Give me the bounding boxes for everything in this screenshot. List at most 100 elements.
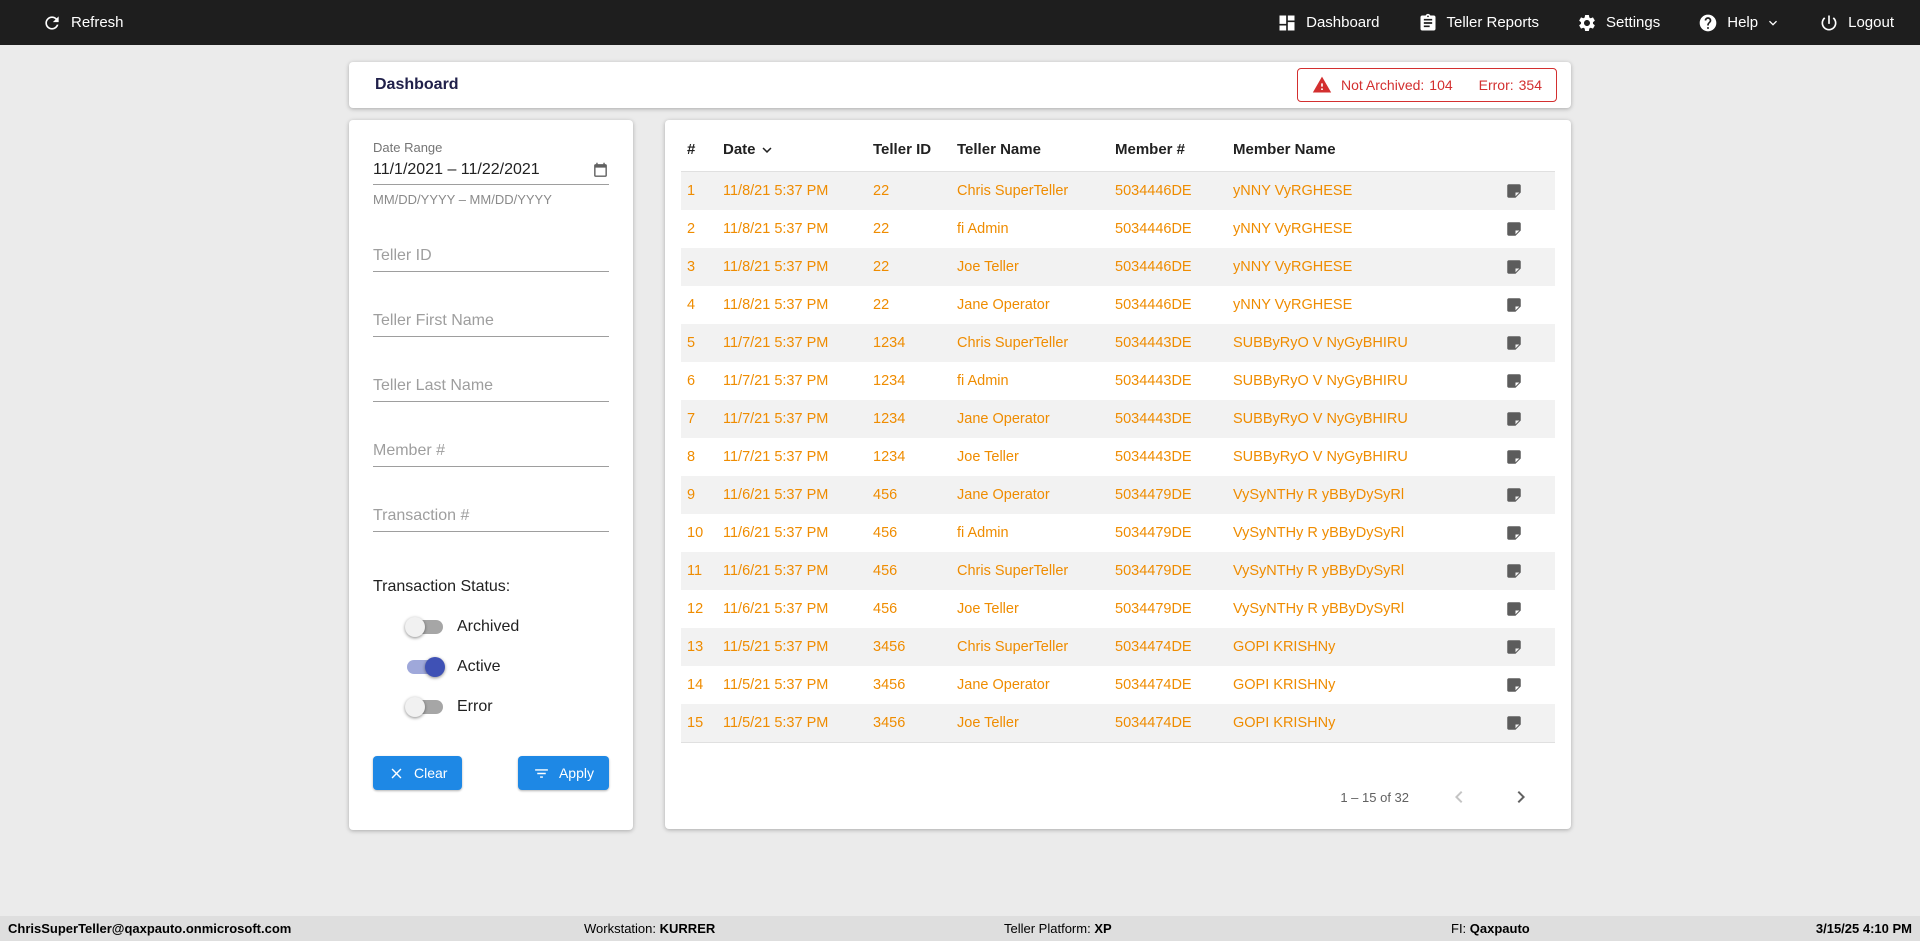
note-icon[interactable]: [1505, 182, 1523, 200]
note-icon[interactable]: [1505, 372, 1523, 390]
power-icon: [1821, 15, 1837, 30]
switch-knob: [405, 617, 425, 637]
row-member-name: yNNY VyRGHESE: [1233, 183, 1353, 199]
row-note-cell: [1499, 524, 1555, 542]
note-icon[interactable]: [1505, 448, 1523, 466]
note-icon[interactable]: [1505, 676, 1523, 694]
clear-button[interactable]: Clear: [373, 756, 463, 790]
note-icon[interactable]: [1505, 638, 1523, 656]
member-number-field: [373, 442, 609, 467]
next-page-button[interactable]: [1509, 785, 1533, 809]
note-icon[interactable]: [1505, 600, 1523, 618]
col-header-teller-name[interactable]: Teller Name: [951, 141, 1109, 158]
table-row[interactable]: 11 11/6/21 5:37 PM 456 Chris SuperTeller…: [681, 552, 1555, 590]
transaction-status-label: Transaction Status:: [373, 578, 511, 595]
workstation-label: Workstation:: [584, 921, 657, 936]
table-row[interactable]: 6 11/7/21 5:37 PM 1234 fi Admin 5034443D…: [681, 362, 1555, 400]
active-switch[interactable]: [407, 657, 445, 677]
row-teller-name: Jane Operator: [957, 411, 1050, 427]
row-number: 14: [687, 677, 704, 693]
col-header-teller-id[interactable]: Teller ID: [867, 141, 951, 158]
chevron-down-icon: [1769, 20, 1778, 26]
teller-first-name-field: [373, 312, 609, 337]
table-row[interactable]: 14 11/5/21 5:37 PM 3456 Jane Operator 50…: [681, 666, 1555, 704]
note-icon[interactable]: [1505, 562, 1523, 580]
previous-page-button[interactable]: [1447, 785, 1471, 809]
calendar-icon: [594, 162, 607, 177]
row-teller-name: Chris SuperTeller: [957, 183, 1069, 199]
member-number-input[interactable]: [373, 442, 609, 460]
row-member-name: VySyNTHy R yBByDySyRl: [1233, 601, 1405, 617]
apply-button[interactable]: Apply: [517, 756, 609, 790]
row-member-number: 5034479DE: [1115, 601, 1192, 617]
alert-banner: Not Archived: 104 Error: 354: [1297, 68, 1557, 102]
table-row[interactable]: 13 11/5/21 5:37 PM 3456 Chris SuperTelle…: [681, 628, 1555, 666]
table-row[interactable]: 2 11/8/21 5:37 PM 22 fi Admin 5034446DE …: [681, 210, 1555, 248]
sort-desc-icon[interactable]: [758, 141, 776, 159]
row-teller-id: 1234: [873, 411, 906, 427]
row-teller-id: 456: [873, 563, 898, 579]
col-header-member-name[interactable]: Member Name: [1227, 141, 1499, 158]
fi-label: FI:: [1451, 921, 1467, 936]
note-icon[interactable]: [1505, 258, 1523, 276]
calendar-button[interactable]: [592, 162, 609, 179]
col-header-number: #: [687, 141, 696, 158]
table-row[interactable]: 15 11/5/21 5:37 PM 3456 Joe Teller 50344…: [681, 704, 1555, 742]
teller-last-name-input[interactable]: [373, 377, 609, 395]
table-row[interactable]: 4 11/8/21 5:37 PM 22 Jane Operator 50344…: [681, 286, 1555, 324]
table-row[interactable]: 1 11/8/21 5:37 PM 22 Chris SuperTeller 5…: [681, 172, 1555, 210]
table-row[interactable]: 9 11/6/21 5:37 PM 456 Jane Operator 5034…: [681, 476, 1555, 514]
switch-knob: [405, 697, 425, 717]
archived-switch[interactable]: [405, 617, 443, 637]
col-header-date[interactable]: Date: [717, 141, 867, 159]
nav-help[interactable]: Help: [1698, 13, 1781, 33]
row-member-name: SUBByRyO V NyGyBHIRU: [1233, 449, 1408, 465]
row-note-cell: [1499, 182, 1555, 200]
nav-dashboard[interactable]: Dashboard: [1277, 13, 1380, 33]
teller-id-input[interactable]: [373, 247, 609, 265]
row-member-number: 5034479DE: [1115, 525, 1192, 541]
row-teller-id: 22: [873, 183, 890, 199]
teller-first-name-input[interactable]: [373, 312, 609, 330]
error-switch[interactable]: [405, 697, 443, 717]
table-row[interactable]: 5 11/7/21 5:37 PM 1234 Chris SuperTeller…: [681, 324, 1555, 362]
row-member-name: SUBByRyO V NyGyBHIRU: [1233, 373, 1408, 389]
row-teller-id: 3456: [873, 639, 906, 655]
date-range-label: Date Range: [373, 140, 443, 155]
transaction-number-input[interactable]: [373, 507, 609, 525]
date-range-hint: MM/DD/YYYY – MM/DD/YYYY: [373, 192, 552, 207]
row-member-name: VySyNTHy R yBByDySyRl: [1233, 525, 1405, 541]
nav-logout[interactable]: Logout: [1819, 13, 1894, 33]
toggle-active[interactable]: Active: [407, 657, 609, 677]
note-icon[interactable]: [1505, 296, 1523, 314]
table-row[interactable]: 3 11/8/21 5:37 PM 22 Joe Teller 5034446D…: [681, 248, 1555, 286]
row-date: 11/7/21 5:37 PM: [723, 449, 829, 465]
note-icon[interactable]: [1505, 410, 1523, 428]
table-row[interactable]: 8 11/7/21 5:37 PM 1234 Joe Teller 503444…: [681, 438, 1555, 476]
note-icon[interactable]: [1505, 486, 1523, 504]
nav-teller-reports[interactable]: Teller Reports: [1418, 13, 1539, 33]
note-icon[interactable]: [1505, 220, 1523, 238]
toggle-archived[interactable]: Archived: [405, 617, 609, 637]
refresh-label: Refresh: [71, 14, 124, 31]
row-member-number: 5034474DE: [1115, 639, 1192, 655]
date-range-input[interactable]: [373, 161, 563, 179]
toggle-error[interactable]: Error: [405, 697, 609, 717]
table-row[interactable]: 12 11/6/21 5:37 PM 456 Joe Teller 503447…: [681, 590, 1555, 628]
table-row[interactable]: 10 11/6/21 5:37 PM 456 fi Admin 5034479D…: [681, 514, 1555, 552]
row-member-name: SUBByRyO V NyGyBHIRU: [1233, 335, 1408, 351]
refresh-button[interactable]: Refresh: [42, 13, 124, 33]
pagination-range: 1 – 15 of 32: [1340, 789, 1409, 805]
top-nav-items: Dashboard Teller Reports Settings Help L…: [1277, 13, 1894, 33]
note-icon[interactable]: [1505, 334, 1523, 352]
platform-label: Teller Platform:: [1004, 921, 1091, 936]
nav-settings[interactable]: Settings: [1577, 13, 1660, 33]
note-icon[interactable]: [1505, 714, 1523, 732]
col-header-member-number[interactable]: Member #: [1109, 141, 1227, 158]
help-icon: [1699, 14, 1717, 31]
gear-icon: [1579, 14, 1595, 31]
note-icon[interactable]: [1505, 524, 1523, 542]
clipboard-icon: [1420, 13, 1435, 31]
row-teller-name: Joe Teller: [957, 259, 1019, 275]
table-row[interactable]: 7 11/7/21 5:37 PM 1234 Jane Operator 503…: [681, 400, 1555, 438]
